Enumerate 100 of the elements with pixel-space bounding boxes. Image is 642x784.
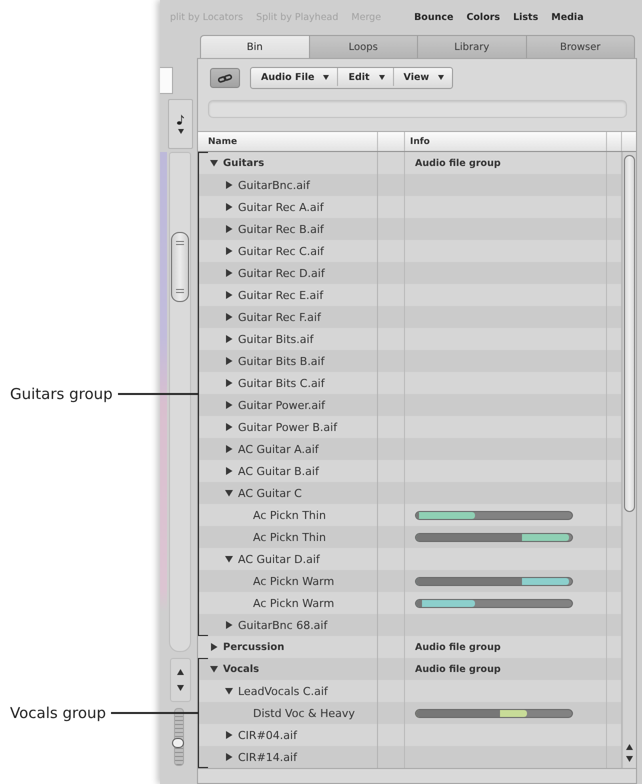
item-name: Guitar Rec F.aif bbox=[238, 310, 321, 324]
tab[interactable]: Browser bbox=[526, 35, 635, 58]
disclosure-triangle-icon[interactable] bbox=[225, 401, 233, 409]
music-note-icon bbox=[177, 114, 184, 125]
item-name: Ac Pickn Warm bbox=[253, 574, 334, 588]
item-name: Distd Voc & Heavy bbox=[253, 706, 355, 720]
scrollbar-track[interactable] bbox=[622, 152, 636, 768]
link-icon bbox=[217, 74, 233, 82]
disclosure-triangle-icon[interactable] bbox=[225, 225, 233, 233]
callout-label: Guitars group bbox=[10, 385, 113, 403]
item-name: Percussion bbox=[223, 642, 284, 652]
table-row[interactable]: Ac Pickn Warm bbox=[198, 570, 622, 592]
disclosure-triangle-icon[interactable] bbox=[225, 357, 233, 365]
item-name: AC Guitar D.aif bbox=[238, 552, 320, 566]
down-arrow-icon[interactable] bbox=[626, 756, 633, 762]
item-name: AC Guitar B.aif bbox=[238, 464, 319, 478]
item-name: Guitar Bits C.aif bbox=[238, 376, 325, 390]
disclosure-triangle-icon[interactable] bbox=[225, 269, 233, 277]
table-row[interactable]: Distd Voc & Heavy bbox=[198, 702, 622, 724]
toolbar-command[interactable]: Colors bbox=[466, 12, 500, 22]
down-arrow-icon[interactable] bbox=[177, 685, 184, 691]
callout-label: Vocals group bbox=[10, 704, 106, 722]
info-text: Audio file group bbox=[415, 158, 501, 168]
item-name: LeadVocals C.aif bbox=[238, 684, 328, 698]
caret-icon bbox=[438, 74, 444, 80]
item-name: Guitar Power B.aif bbox=[238, 420, 338, 434]
disclosure-triangle-icon[interactable] bbox=[225, 555, 233, 563]
toolbar-command[interactable]: Lists bbox=[513, 12, 538, 22]
menu-button[interactable]: View bbox=[394, 68, 452, 86]
item-name: Ac Pickn Thin bbox=[253, 530, 326, 544]
scrollbar-track[interactable] bbox=[169, 152, 191, 652]
disclosure-triangle-icon[interactable] bbox=[225, 203, 233, 211]
zoom-slider[interactable] bbox=[174, 708, 184, 766]
table-row[interactable]: Vocals Audio file group bbox=[198, 658, 622, 680]
disclosure-triangle-icon[interactable] bbox=[225, 467, 233, 475]
up-arrow-icon[interactable] bbox=[626, 744, 633, 750]
item-name: Guitar Power.aif bbox=[238, 398, 326, 412]
disclosure-triangle-icon[interactable] bbox=[225, 181, 233, 189]
caret-icon bbox=[323, 74, 330, 80]
item-name: Vocals bbox=[223, 664, 260, 674]
disclosure-triangle-icon[interactable] bbox=[225, 753, 233, 761]
menu-button[interactable]: Edit bbox=[338, 68, 394, 86]
disclosure-triangle-icon[interactable] bbox=[225, 731, 233, 739]
item-name: Guitar Bits.aif bbox=[238, 332, 314, 346]
disclosure-triangle-icon[interactable] bbox=[225, 247, 233, 255]
table-row[interactable]: Guitar Rec F.aif bbox=[198, 306, 622, 328]
column-header[interactable]: Info bbox=[405, 132, 607, 151]
info-text: Audio file group bbox=[415, 664, 501, 674]
item-name: CIR#14.aif bbox=[238, 750, 297, 764]
menu-button[interactable]: Audio File bbox=[251, 68, 338, 86]
table-row[interactable]: AC Guitar A.aif bbox=[198, 438, 622, 460]
disclosure-triangle-icon[interactable] bbox=[225, 291, 233, 299]
link-button[interactable] bbox=[210, 68, 240, 88]
disclosure-triangle-icon[interactable] bbox=[225, 379, 233, 387]
disclosure-triangle-icon[interactable] bbox=[225, 621, 233, 629]
column-header[interactable]: Name bbox=[198, 132, 378, 151]
toolbar-command[interactable]: Media bbox=[551, 12, 584, 22]
disclosure-triangle-icon[interactable] bbox=[225, 489, 233, 497]
table-row[interactable]: Guitar Rec D.aif bbox=[198, 262, 622, 284]
item-name: GuitarBnc.aif bbox=[238, 178, 310, 192]
item-name: Guitars bbox=[223, 158, 264, 168]
up-arrow-icon[interactable] bbox=[177, 669, 184, 675]
table-row[interactable]: Guitar Bits B.aif bbox=[198, 350, 622, 372]
disclosure-triangle-icon[interactable] bbox=[225, 423, 233, 431]
item-name: Ac Pickn Thin bbox=[253, 508, 326, 522]
disclosure-triangle-icon[interactable] bbox=[225, 445, 233, 453]
table-row[interactable]: GuitarBnc 68.aif bbox=[198, 614, 622, 636]
info-text: Audio file group bbox=[415, 642, 501, 652]
caret-icon[interactable] bbox=[178, 129, 184, 134]
table-row[interactable]: AC Guitar C bbox=[198, 482, 622, 504]
scrollbar-thumb[interactable] bbox=[624, 155, 635, 512]
table-row[interactable]: GuitarBnc.aif bbox=[198, 174, 622, 196]
tab[interactable]: Bin bbox=[200, 35, 310, 58]
item-name: Guitar Bits B.aif bbox=[238, 354, 324, 368]
input-field[interactable] bbox=[208, 100, 627, 118]
text-field[interactable] bbox=[160, 67, 173, 94]
disclosure-triangle-icon[interactable] bbox=[225, 687, 233, 695]
scrollbar-thumb[interactable] bbox=[171, 232, 189, 302]
tab[interactable]: Library bbox=[418, 35, 526, 58]
item-name: AC Guitar A.aif bbox=[238, 442, 319, 456]
table-row[interactable]: Guitar Power.aif bbox=[198, 394, 622, 416]
item-name: AC Guitar C bbox=[238, 486, 302, 500]
table-row[interactable]: CIR#14.aif bbox=[198, 746, 622, 768]
item-name: Guitar Rec C.aif bbox=[238, 244, 324, 258]
item-name: GuitarBnc 68.aif bbox=[238, 618, 328, 632]
disclosure-triangle-icon[interactable] bbox=[210, 665, 218, 673]
item-name: Guitar Rec D.aif bbox=[238, 266, 325, 280]
disclosure-triangle-icon[interactable] bbox=[225, 335, 233, 343]
table-row[interactable]: Guitar Rec B.aif bbox=[198, 218, 622, 240]
item-name: Ac Pickn Warm bbox=[253, 596, 334, 610]
table-row[interactable]: Ac Pickn Thin bbox=[198, 526, 622, 548]
item-name: Guitar Rec E.aif bbox=[238, 288, 324, 302]
disclosure-triangle-icon[interactable] bbox=[210, 643, 218, 651]
caret-icon bbox=[378, 74, 385, 80]
zoom-slider-thumb[interactable] bbox=[172, 738, 184, 748]
toolbar-command[interactable]: Bounce bbox=[414, 12, 454, 22]
disclosure-triangle-icon[interactable] bbox=[210, 159, 218, 167]
tab[interactable]: Loops bbox=[310, 35, 418, 58]
item-name: CIR#04.aif bbox=[238, 728, 297, 742]
disclosure-triangle-icon[interactable] bbox=[225, 313, 233, 321]
